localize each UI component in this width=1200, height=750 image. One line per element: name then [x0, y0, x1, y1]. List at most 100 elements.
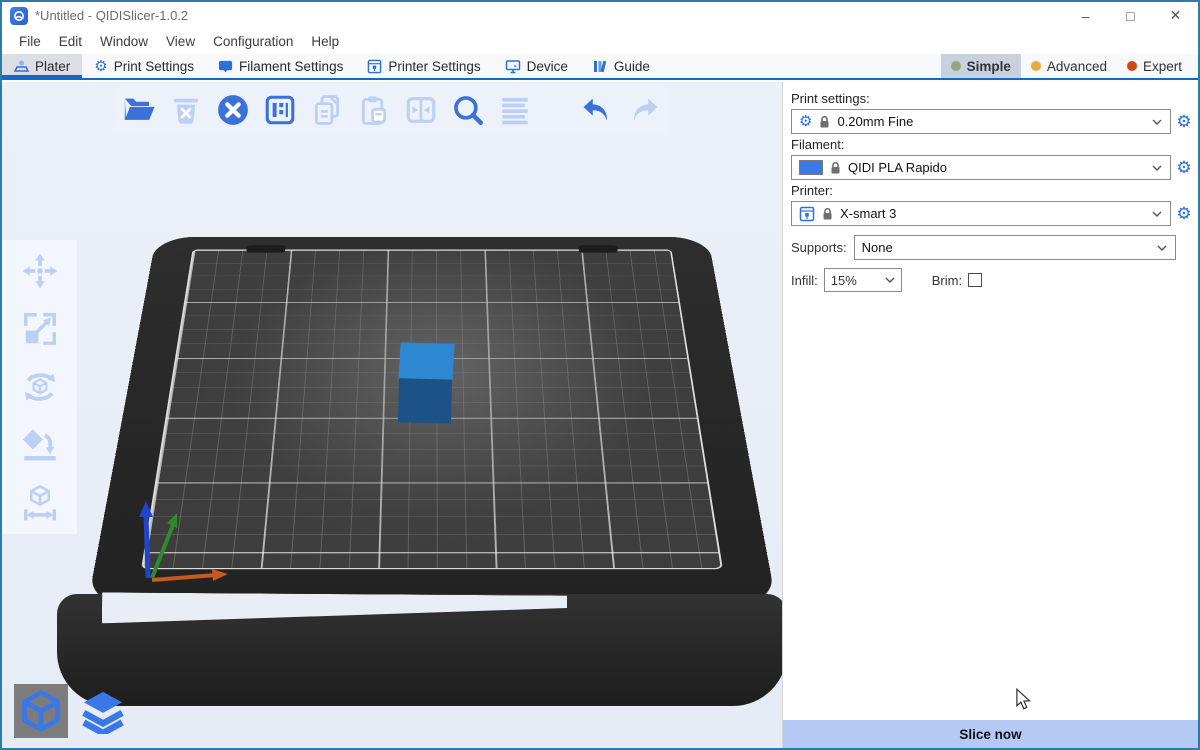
print-settings-combo[interactable]: ⚙ 0.20mm Fine	[791, 109, 1171, 134]
arrange-button[interactable]	[261, 91, 299, 129]
mode-label: Simple	[967, 59, 1011, 74]
filament-combo[interactable]: QIDI PLA Rapido	[791, 155, 1171, 180]
mode-selector: Simple Advanced Expert	[941, 54, 1198, 78]
model-cube[interactable]	[398, 342, 454, 423]
origin-axes-icon	[124, 497, 234, 592]
menu-window[interactable]: Window	[91, 34, 157, 49]
filament-icon	[218, 59, 233, 74]
tab-print-settings[interactable]: ⚙ Print Settings	[82, 54, 206, 78]
edit-filament-button[interactable]: ⚙	[1171, 158, 1197, 178]
split-objects-button[interactable]	[402, 91, 440, 129]
filament-color-swatch	[799, 160, 823, 175]
app-logo-icon	[10, 7, 28, 25]
bed-clip-left	[246, 245, 286, 253]
supports-label: Supports:	[791, 240, 847, 255]
menu-edit[interactable]: Edit	[50, 34, 91, 49]
scale-tool-button[interactable]	[21, 310, 59, 348]
printer-icon	[799, 206, 815, 222]
filament-value: QIDI PLA Rapido	[848, 160, 947, 175]
printer-combo[interactable]: X-smart 3	[791, 201, 1171, 226]
guide-icon	[592, 59, 608, 74]
menu-view[interactable]: View	[157, 34, 204, 49]
tab-device[interactable]: Device	[493, 54, 580, 78]
settings-panel: Print settings: ⚙ 0.20mm Fine ⚙ Filament…	[782, 82, 1198, 748]
object-toolbar	[114, 87, 669, 133]
model-cube-top-face	[398, 342, 454, 380]
delete-button[interactable]	[167, 91, 205, 129]
lock-icon	[819, 115, 830, 129]
gear-icon: ⚙	[799, 114, 812, 129]
tab-filament-settings[interactable]: Filament Settings	[206, 54, 355, 78]
chevron-down-icon	[1152, 165, 1162, 171]
lock-icon	[822, 207, 833, 221]
tab-label: Plater	[35, 59, 70, 74]
tab-printer-settings[interactable]: Printer Settings	[355, 54, 492, 78]
chevron-down-icon	[1152, 119, 1162, 125]
measure-tool-button[interactable]	[21, 484, 59, 522]
tab-label: Print Settings	[114, 59, 194, 74]
rotate-tool-button[interactable]	[21, 368, 59, 406]
tab-plater[interactable]: Plater	[2, 54, 82, 78]
delete-all-button[interactable]	[214, 91, 252, 129]
chevron-down-icon	[1157, 245, 1167, 251]
supports-value: None	[862, 240, 893, 255]
tab-label: Device	[527, 59, 568, 74]
view-mode-toggles	[14, 684, 130, 738]
chevron-down-icon	[885, 277, 895, 283]
infill-combo[interactable]: 15%	[824, 268, 902, 292]
slice-now-button[interactable]: Slice now	[783, 720, 1198, 748]
tab-label: Printer Settings	[388, 59, 480, 74]
supports-combo[interactable]: None	[854, 235, 1176, 260]
printer-value: X-smart 3	[840, 206, 896, 221]
model-cube-front-face	[398, 378, 452, 423]
expert-mode-dot-icon	[1127, 61, 1137, 71]
mode-expert[interactable]: Expert	[1117, 54, 1192, 78]
menu-help[interactable]: Help	[302, 34, 348, 49]
advanced-mode-dot-icon	[1031, 61, 1041, 71]
mode-label: Advanced	[1047, 59, 1107, 74]
3d-editor-view-button[interactable]	[14, 684, 68, 738]
edit-print-settings-button[interactable]: ⚙	[1171, 112, 1197, 132]
edit-printer-button[interactable]: ⚙	[1171, 204, 1197, 224]
brim-checkbox[interactable]	[968, 273, 982, 287]
brim-label: Brim:	[932, 273, 962, 288]
redo-button[interactable]	[625, 91, 663, 129]
3d-viewport[interactable]	[2, 82, 782, 748]
simple-mode-dot-icon	[951, 61, 961, 71]
paste-button[interactable]	[355, 91, 393, 129]
print-settings-label: Print settings:	[791, 91, 1198, 106]
tab-guide[interactable]: Guide	[580, 54, 662, 78]
tab-label: Guide	[614, 59, 650, 74]
mode-simple[interactable]: Simple	[941, 54, 1021, 78]
manipulation-toolbar	[2, 240, 77, 534]
menu-configuration[interactable]: Configuration	[204, 34, 302, 49]
cube-icon	[19, 689, 63, 733]
mode-label: Expert	[1143, 59, 1182, 74]
title-bar: *Untitled - QIDISlicer-1.0.2 – □ ✕	[2, 2, 1198, 29]
tab-bar: Plater ⚙ Print Settings Filament Setting…	[2, 54, 1198, 80]
place-on-face-tool-button[interactable]	[21, 426, 59, 464]
preview-view-button[interactable]	[76, 684, 130, 738]
menu-file[interactable]: File	[10, 34, 50, 49]
chevron-down-icon	[1152, 211, 1162, 217]
gear-icon: ⚙	[94, 59, 107, 74]
app-window: *Untitled - QIDISlicer-1.0.2 – □ ✕ File …	[0, 0, 1200, 750]
tab-label: Filament Settings	[239, 59, 343, 74]
maximize-button[interactable]: □	[1108, 2, 1153, 29]
device-icon	[505, 59, 521, 74]
mode-advanced[interactable]: Advanced	[1021, 54, 1117, 78]
search-button[interactable]	[449, 91, 487, 129]
infill-value: 15%	[831, 273, 857, 288]
filament-label: Filament:	[791, 137, 1198, 152]
variable-layer-height-button[interactable]	[496, 91, 534, 129]
move-tool-button[interactable]	[21, 252, 59, 290]
open-button[interactable]	[120, 91, 158, 129]
menu-bar: File Edit Window View Configuration Help	[2, 29, 1198, 54]
plater-icon	[14, 59, 29, 73]
printer-icon	[367, 59, 382, 74]
undo-button[interactable]	[578, 91, 616, 129]
bed-clip-right	[578, 245, 618, 253]
minimize-button[interactable]: –	[1063, 2, 1108, 29]
copy-button[interactable]	[308, 91, 346, 129]
close-button[interactable]: ✕	[1153, 2, 1198, 29]
